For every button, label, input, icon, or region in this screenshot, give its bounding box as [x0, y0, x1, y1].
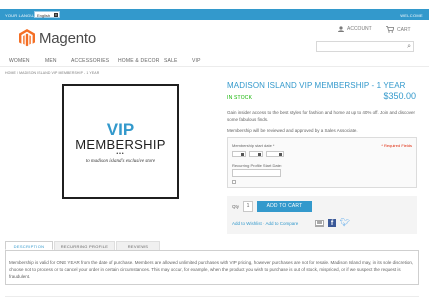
nav-item-women[interactable]: WOMEN	[9, 58, 30, 64]
qty-input[interactable]: 1	[243, 201, 253, 212]
short-description: Gain insider access to the best styles f…	[227, 110, 416, 122]
language-select[interactable]: English ▾	[34, 11, 60, 18]
qty-label: Qty	[232, 204, 240, 209]
tab-content: Membership is valid for ONE YEAR from th…	[5, 251, 419, 285]
share-links: f 🐦︎	[315, 219, 350, 227]
main-nav: WOMEN MEN ACCESSORIES HOME & DECOR SALE …	[0, 58, 429, 67]
product-tabs: DESCRIPTION RECURRING PROFILE REVIEWS	[5, 241, 419, 251]
top-bar: YOUR LANGUAGE: English ▾ WELCOME	[0, 9, 429, 20]
add-to-cart-button[interactable]: ADD TO CART	[257, 201, 312, 212]
start-year-select[interactable]	[266, 151, 284, 157]
magento-logo-icon	[19, 29, 35, 47]
product-options: Membership start date * * Required Field…	[227, 137, 417, 188]
approval-note: Membership will be reviewed and approved…	[227, 128, 358, 133]
account-label: ACCOUNT	[347, 26, 372, 32]
page: YOUR LANGUAGE: English ▾ WELCOME Magento…	[0, 0, 429, 305]
recurring-start-label: Recurring Profile Start Date:	[232, 163, 283, 168]
option-checkbox[interactable]	[232, 180, 236, 184]
start-month-select[interactable]	[232, 151, 246, 157]
nav-item-home-decor[interactable]: HOME & DECOR	[118, 58, 160, 64]
nav-item-accessories[interactable]: ACCESSORIES	[71, 58, 109, 64]
brand-name: Magento	[39, 29, 96, 47]
start-day-select[interactable]	[249, 151, 263, 157]
tab-recurring-profile[interactable]: RECURRING PROFILE	[54, 241, 115, 250]
description-text: Membership is valid for ONE YEAR from th…	[9, 260, 414, 279]
start-date-label: Membership start date *	[232, 143, 275, 148]
product-price: $350.00	[383, 91, 416, 101]
wishlist-compare-links: Add to Wishlist · Add to Compare	[232, 221, 298, 226]
add-to-wishlist-link[interactable]: Add to Wishlist	[232, 221, 262, 226]
nav-item-men[interactable]: MEN	[45, 58, 57, 64]
logo[interactable]: Magento	[19, 28, 96, 48]
search-input[interactable]: ⌕	[316, 41, 414, 52]
account-link[interactable]: ACCOUNT	[338, 26, 372, 32]
chevron-down-icon	[279, 153, 282, 156]
product-image-membership-text: MEMBERSHIP	[75, 137, 166, 152]
recurring-start-input[interactable]	[232, 169, 281, 177]
nav-item-vip[interactable]: VIP	[192, 58, 201, 64]
language-selected: English	[37, 13, 51, 18]
divider	[5, 296, 419, 297]
nav-item-sale[interactable]: SALE	[164, 58, 178, 64]
welcome-message: WELCOME	[400, 13, 423, 18]
breadcrumb[interactable]: HOME / MADISON ISLAND VIP MEMBERSHIP - 1…	[5, 71, 99, 75]
chevron-down-icon	[241, 153, 244, 156]
cart-label: CART	[397, 26, 411, 33]
product-image[interactable]: VIP MEMBERSHIP ••• to madison island's e…	[62, 84, 179, 199]
email-icon[interactable]	[315, 219, 324, 227]
cart-link[interactable]: CART	[386, 26, 411, 33]
add-to-compare-link[interactable]: Add to Compare	[266, 221, 299, 226]
tab-reviews[interactable]: REVIEWS	[116, 241, 160, 250]
cart-icon	[386, 26, 394, 33]
user-icon	[338, 26, 344, 32]
chevron-down-icon	[258, 153, 261, 156]
twitter-icon[interactable]: 🐦︎	[340, 219, 350, 227]
required-fields-note: * Required Fields	[381, 143, 412, 148]
facebook-icon[interactable]: f	[328, 219, 336, 227]
tab-description[interactable]: DESCRIPTION	[5, 241, 53, 250]
chevron-down-icon: ▾	[54, 13, 58, 17]
product-title: MADISON ISLAND VIP MEMBERSHIP - 1 YEAR	[227, 81, 406, 90]
stock-status: IN STOCK	[227, 95, 253, 101]
product-image-subtitle: to madison island's exclusive store	[85, 159, 156, 164]
product-image-dots: •••	[116, 151, 125, 157]
add-to-cart-area: Qty 1 ADD TO CART Add to Wishlist · Add …	[227, 196, 417, 234]
search-icon[interactable]: ⌕	[407, 43, 411, 51]
